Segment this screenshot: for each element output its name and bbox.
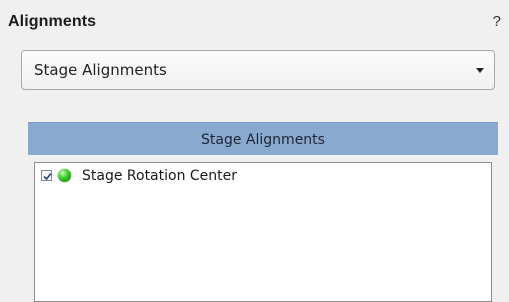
dropdown-selected-value: Stage Alignments [34,61,167,79]
panel-header: Alignments ? [0,0,509,36]
group-header: Stage Alignments [28,122,498,155]
help-button[interactable]: ? [493,13,501,30]
chevron-down-icon [476,68,484,73]
panel-title: Alignments [8,13,97,30]
alignments-list: Stage Rotation Center [34,162,492,302]
list-item[interactable]: Stage Rotation Center [35,163,491,189]
group-header-label: Stage Alignments [201,132,325,148]
item-checkbox[interactable] [41,170,52,181]
alignment-type-dropdown[interactable]: Stage Alignments [21,50,495,90]
alignments-panel: Alignments ? Stage Alignments Stage Alig… [0,0,509,302]
checkmark-icon [43,172,52,181]
item-label: Stage Rotation Center [82,168,238,184]
status-green-icon [58,169,71,182]
stage-alignments-group: Stage Alignments Stage Rotation Center [28,122,498,302]
